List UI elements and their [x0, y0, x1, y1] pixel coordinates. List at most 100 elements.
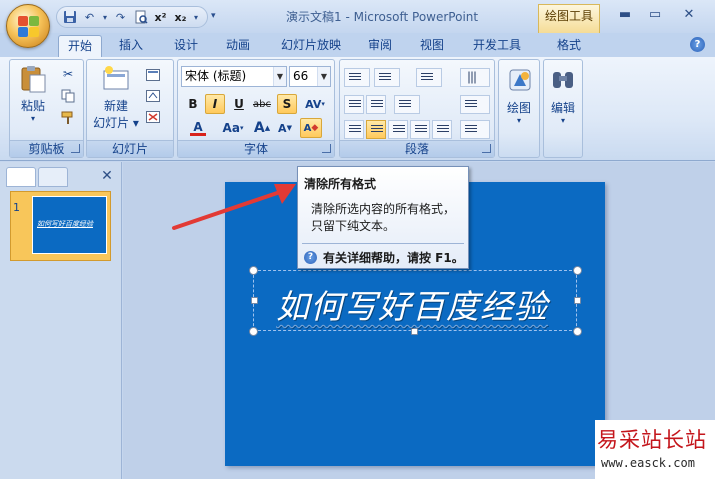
resize-handle-bottom-right[interactable] — [573, 327, 582, 336]
editing-button[interactable]: 编辑 ▾ — [547, 66, 579, 125]
tab-insert[interactable]: 插入 — [111, 35, 151, 57]
group-clipboard: 粘贴 ▾ ✂ 剪贴板 — [9, 59, 84, 158]
new-slide-label-1: 新建 — [103, 99, 128, 113]
distributed-icon — [437, 125, 449, 134]
tab-design[interactable]: 设计 — [166, 35, 206, 57]
align-center-button[interactable] — [366, 120, 386, 139]
grow-font-button[interactable]: A ▲ — [252, 118, 272, 138]
new-slide-button[interactable]: 新建 幻灯片 ▾ — [91, 64, 141, 131]
reset-icon[interactable] — [143, 86, 163, 106]
justify-button[interactable] — [410, 120, 430, 139]
font-size-combo[interactable]: 66 ▼ — [289, 66, 331, 87]
subscript-button[interactable]: x₂ — [172, 9, 189, 26]
decrease-indent-button[interactable] — [344, 95, 364, 114]
slide-title-text[interactable]: 如何写好百度经验 — [276, 280, 548, 328]
undo-button[interactable]: ↶ — [81, 9, 98, 26]
tab-home[interactable]: 开始 — [58, 35, 102, 57]
clear-formatting-button[interactable]: A ◆ — [300, 118, 322, 138]
tooltip-help-text: 有关详细帮助，请按 F1。 — [323, 251, 464, 265]
clipboard-launcher-icon[interactable] — [71, 144, 80, 153]
justify-icon — [415, 125, 427, 134]
font-name-dropdown-icon[interactable]: ▼ — [273, 67, 286, 86]
tab-format[interactable]: 格式 — [551, 35, 587, 57]
resize-handle-bottom-left[interactable] — [249, 327, 258, 336]
save-icon[interactable] — [61, 9, 78, 26]
tooltip-line-2: 只留下纯文本。 — [311, 219, 396, 233]
align-right-button[interactable] — [388, 120, 408, 139]
increase-indent-button[interactable] — [366, 95, 386, 114]
columns-icon — [399, 100, 411, 109]
tab-view[interactable]: 视图 — [414, 35, 450, 57]
character-spacing-button[interactable]: AV ▾ — [300, 94, 330, 114]
drawing-label: 绘图 — [506, 101, 531, 115]
ribbon-tabs: 开始 插入 设计 动画 幻灯片放映 审阅 视图 开发工具 格式 — [0, 33, 715, 57]
tab-developer[interactable]: 开发工具 — [467, 35, 527, 57]
paste-button[interactable]: 粘贴 ▾ — [16, 64, 50, 123]
outline-tab[interactable] — [38, 167, 68, 187]
smartart-icon — [465, 125, 477, 134]
undo-dropdown-icon[interactable]: ▾ — [101, 9, 109, 26]
pane-close-icon[interactable]: ✕ — [99, 168, 115, 184]
bold-button[interactable]: B — [183, 94, 203, 114]
tab-slideshow[interactable]: 幻灯片放映 — [274, 35, 348, 57]
office-button[interactable] — [6, 4, 50, 48]
paste-label: 粘贴 — [20, 99, 45, 113]
font-color-button[interactable]: A — [183, 118, 213, 138]
strikethrough-button[interactable]: abc — [252, 94, 272, 114]
smartart-button[interactable] — [460, 120, 490, 139]
tab-review[interactable]: 审阅 — [362, 35, 398, 57]
align-left-icon — [349, 125, 361, 134]
resize-handle-top-left[interactable] — [249, 266, 258, 275]
help-icon[interactable]: ? — [690, 37, 705, 52]
cut-icon[interactable]: ✂ — [58, 64, 78, 84]
copy-icon[interactable] — [58, 86, 78, 106]
align-left-button[interactable] — [344, 120, 364, 139]
line-spacing-button[interactable] — [416, 68, 442, 87]
text-shadow-button[interactable]: S — [277, 94, 297, 114]
minimize-button[interactable]: ▬ — [610, 4, 640, 24]
resize-handle-right[interactable] — [574, 297, 581, 304]
maximize-button[interactable]: ▭ — [640, 4, 670, 24]
resize-handle-top-right[interactable] — [573, 266, 582, 275]
bullets-button[interactable] — [344, 68, 370, 87]
format-painter-icon[interactable] — [58, 108, 78, 128]
change-case-button[interactable]: Aa ▾ — [218, 118, 248, 138]
superscript-button[interactable]: x² — [152, 9, 169, 26]
columns-button[interactable] — [394, 95, 420, 114]
tab-animations[interactable]: 动画 — [218, 35, 258, 57]
shrink-font-button[interactable]: A ▼ — [275, 118, 295, 138]
italic-button[interactable]: I — [205, 94, 225, 114]
decrease-indent-icon — [349, 100, 361, 109]
font-launcher-icon[interactable] — [322, 144, 331, 153]
resize-handle-left[interactable] — [251, 297, 258, 304]
resize-handle-bottom[interactable] — [411, 328, 418, 335]
group-font: 宋体 (标题) ▼ 66 ▼ B I U abc S AV ▾ A Aa ▾ A ▲ … — [177, 59, 335, 158]
slides-tab[interactable] — [6, 167, 36, 187]
slide-number: 1 — [13, 201, 20, 214]
underline-button[interactable]: U — [229, 94, 249, 114]
redo-button[interactable]: ↷ — [112, 9, 129, 26]
numbering-button[interactable] — [374, 68, 400, 87]
eraser-icon: ◆ — [311, 123, 319, 133]
text-direction-button[interactable] — [460, 68, 490, 87]
font-color-label: A — [193, 119, 203, 134]
print-preview-icon[interactable] — [132, 9, 149, 26]
paragraph-launcher-icon[interactable] — [482, 144, 491, 153]
bullets-icon — [349, 73, 361, 82]
slide-thumbnail[interactable]: 如何写好百度经验 — [10, 191, 111, 261]
customize-qat-icon[interactable]: ▾ — [211, 11, 223, 23]
font-name-value: 宋体 (标题) — [185, 69, 247, 83]
group-slides: 新建 幻灯片 ▾ 幻灯片 — [86, 59, 174, 158]
align-text-icon — [465, 100, 477, 109]
binoculars-icon — [553, 72, 573, 88]
font-size-dropdown-icon[interactable]: ▼ — [317, 67, 330, 86]
font-name-combo[interactable]: 宋体 (标题) ▼ — [181, 66, 287, 87]
distributed-button[interactable] — [432, 120, 452, 139]
qat-dropdown-icon[interactable]: ▾ — [192, 9, 200, 26]
drawing-button[interactable]: 绘图 ▾ — [502, 66, 536, 125]
align-text-button[interactable] — [460, 95, 490, 114]
align-center-icon — [371, 125, 383, 134]
delete-slide-icon[interactable] — [143, 107, 163, 127]
close-button[interactable]: ✕ — [674, 4, 704, 24]
layout-icon[interactable] — [143, 65, 163, 85]
